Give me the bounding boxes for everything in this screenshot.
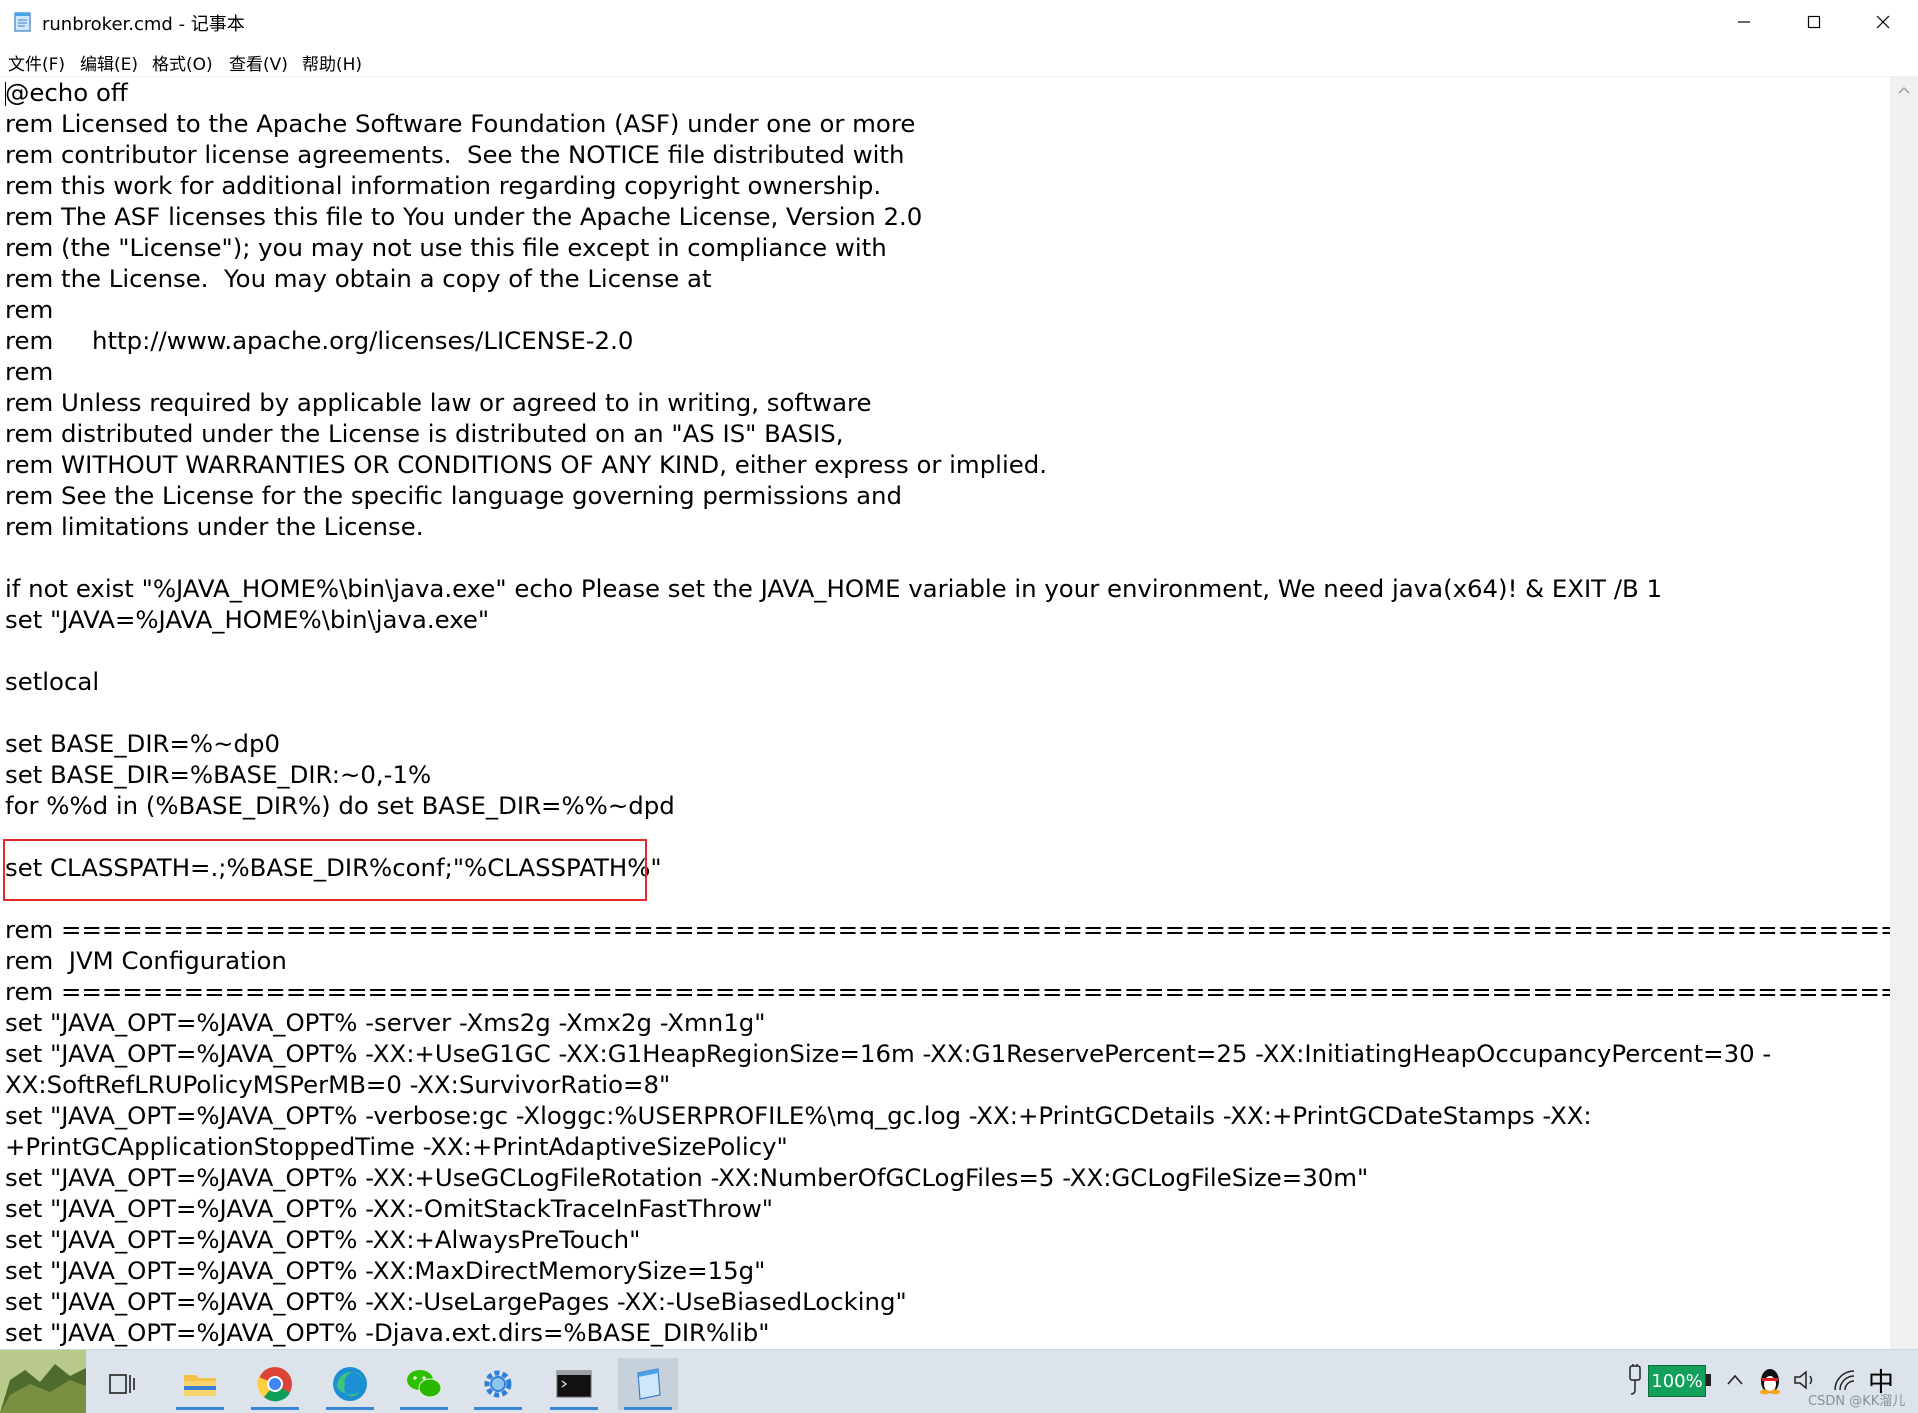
notepad-button[interactable] (618, 1358, 678, 1410)
scroll-up-button[interactable] (1890, 77, 1918, 103)
code-line: if not exist "%JAVA_HOME%\bin\java.exe" … (5, 574, 1663, 603)
battery-indicator[interactable]: 100% (1648, 1365, 1706, 1397)
code-line: rem (5, 295, 54, 324)
menu-help[interactable]: 帮助(H) (302, 50, 362, 75)
text-editor[interactable]: @echo off rem Licensed to the Apache Soft… (0, 77, 1890, 1349)
code-line: rem (the "License"); you may not use thi… (5, 233, 887, 262)
code-line: set "JAVA_OPT=%JAVA_OPT% -XX:MaxDirectMe… (5, 1256, 766, 1285)
code-line: set BASE_DIR=%~dp0 (5, 729, 280, 758)
active-indicator (251, 1407, 299, 1410)
vertical-scrollbar[interactable] (1890, 77, 1918, 1349)
active-indicator (400, 1407, 448, 1410)
maximize-button[interactable] (1779, 0, 1849, 44)
editor-text: @echo off rem Licensed to the Apache Soft… (5, 77, 1890, 1348)
code-line: rem the License. You may obtain a copy o… (5, 264, 712, 293)
code-line: set "JAVA_OPT=%JAVA_OPT% -XX:-UseLargePa… (5, 1287, 907, 1316)
chrome-icon (257, 1367, 292, 1402)
menu-bar: 文件(F) 编辑(E) 格式(O) 查看(V) 帮助(H) (0, 44, 1918, 77)
close-button[interactable] (1848, 0, 1918, 44)
code-line: set "JAVA_OPT=%JAVA_OPT% -XX:+UseGCLogFi… (5, 1163, 1369, 1192)
qq-penguin-icon[interactable] (1757, 1365, 1783, 1395)
code-line: for %%d in (%BASE_DIR%) do set BASE_DIR=… (5, 791, 675, 820)
code-line: set BASE_DIR=%BASE_DIR:~0,-1% (5, 760, 432, 789)
start-landscape-icon (0, 1350, 86, 1413)
task-view-icon (109, 1374, 135, 1394)
code-line: rem JVM Configuration (5, 946, 287, 975)
code-line: rem limitations under the License. (5, 512, 424, 541)
speaker-icon[interactable] (1792, 1368, 1818, 1392)
code-line: set "JAVA_OPT=%JAVA_OPT% -Djava.ext.dirs… (5, 1318, 770, 1347)
code-line: set "JAVA_OPT=%JAVA_OPT% -XX:+UseG1GC -X… (5, 1039, 1772, 1068)
active-indicator (326, 1407, 374, 1410)
menu-file[interactable]: 文件(F) (8, 50, 65, 75)
code-line: setlocal (5, 667, 100, 696)
title-bar[interactable]: runbroker.cmd - 记事本 (0, 0, 1918, 45)
code-line: rem this work for additional information… (5, 171, 882, 200)
file-explorer-icon (184, 1375, 216, 1396)
code-line: +PrintGCApplicationStoppedTime -XX:+Prin… (5, 1132, 788, 1161)
code-line: rem contributor license agreements. See … (5, 140, 905, 169)
code-line: rem ====================================… (5, 915, 1890, 944)
menu-view[interactable]: 查看(V) (229, 50, 288, 75)
chevron-up-icon (1898, 86, 1910, 94)
code-line: XX:SoftRefLRUPolicyMSPerMB=0 -XX:Survivo… (5, 1070, 671, 1099)
menu-edit[interactable]: 编辑(E) (80, 50, 138, 75)
highlight-annotation-box (3, 839, 647, 901)
code-line: rem See the License for the specific lan… (5, 481, 902, 510)
terminal-button[interactable] (544, 1358, 604, 1410)
code-line: set "JAVA_OPT=%JAVA_OPT% -verbose:gc -Xl… (5, 1101, 1592, 1130)
code-line: set "JAVA_OPT=%JAVA_OPT% -XX:-OmitStackT… (5, 1194, 774, 1223)
terminal-icon (556, 1370, 592, 1398)
window-title: runbroker.cmd - 记事本 (42, 14, 245, 35)
task-view-button[interactable] (92, 1358, 152, 1410)
active-indicator (550, 1407, 598, 1410)
edge-button[interactable] (320, 1358, 380, 1410)
maximize-icon (1807, 15, 1821, 29)
network-icon[interactable] (1832, 1368, 1858, 1392)
start-button[interactable] (0, 1350, 86, 1413)
code-line: rem http://www.apache.org/licenses/LICEN… (5, 326, 634, 355)
active-indicator (474, 1407, 522, 1410)
code-line: rem Unless required by applicable law or… (5, 388, 872, 417)
code-line: rem WITHOUT WARRANTIES OR CONDITIONS OF … (5, 450, 1047, 479)
notepad-icon (637, 1368, 661, 1400)
code-line: rem ====================================… (5, 977, 1890, 1006)
code-line: set "JAVA=%JAVA_HOME%\bin\java.exe" (5, 605, 490, 634)
code-line: rem The ASF licenses this file to You un… (5, 202, 923, 231)
code-line: rem Licensed to the Apache Software Foun… (5, 109, 916, 138)
active-indicator (176, 1407, 224, 1410)
chrome-button[interactable] (245, 1358, 305, 1410)
file-explorer-button[interactable] (170, 1358, 230, 1410)
code-line: set "JAVA_OPT=%JAVA_OPT% -XX:+AlwaysPreT… (5, 1225, 641, 1254)
close-icon (1876, 15, 1890, 29)
settings-button[interactable] (468, 1358, 528, 1410)
text-caret (5, 82, 6, 106)
menu-format[interactable]: 格式(O) (152, 50, 213, 75)
edge-icon (333, 1367, 367, 1401)
code-line: rem (5, 357, 54, 386)
csdn-watermark: CSDN @KK溜儿 (1808, 1394, 1906, 1409)
minimize-icon (1738, 21, 1750, 23)
wechat-button[interactable] (394, 1358, 454, 1410)
wechat-icon (407, 1370, 442, 1398)
chevron-up-icon[interactable] (1726, 1372, 1744, 1386)
code-line: set "JAVA_OPT=%JAVA_OPT% -server -Xms2g … (5, 1008, 766, 1037)
settings-gear-icon (484, 1370, 512, 1398)
taskbar: 100% 中 CSDN @KK溜儿 (0, 1349, 1918, 1413)
power-plug-icon[interactable] (1626, 1364, 1644, 1396)
notepad-app-icon (12, 11, 34, 33)
code-line: @echo off (5, 78, 128, 107)
code-line: rem distributed under the License is dis… (5, 419, 844, 448)
minimize-button[interactable] (1709, 0, 1779, 44)
battery-tip-icon (1706, 1374, 1711, 1386)
active-indicator (624, 1407, 672, 1410)
